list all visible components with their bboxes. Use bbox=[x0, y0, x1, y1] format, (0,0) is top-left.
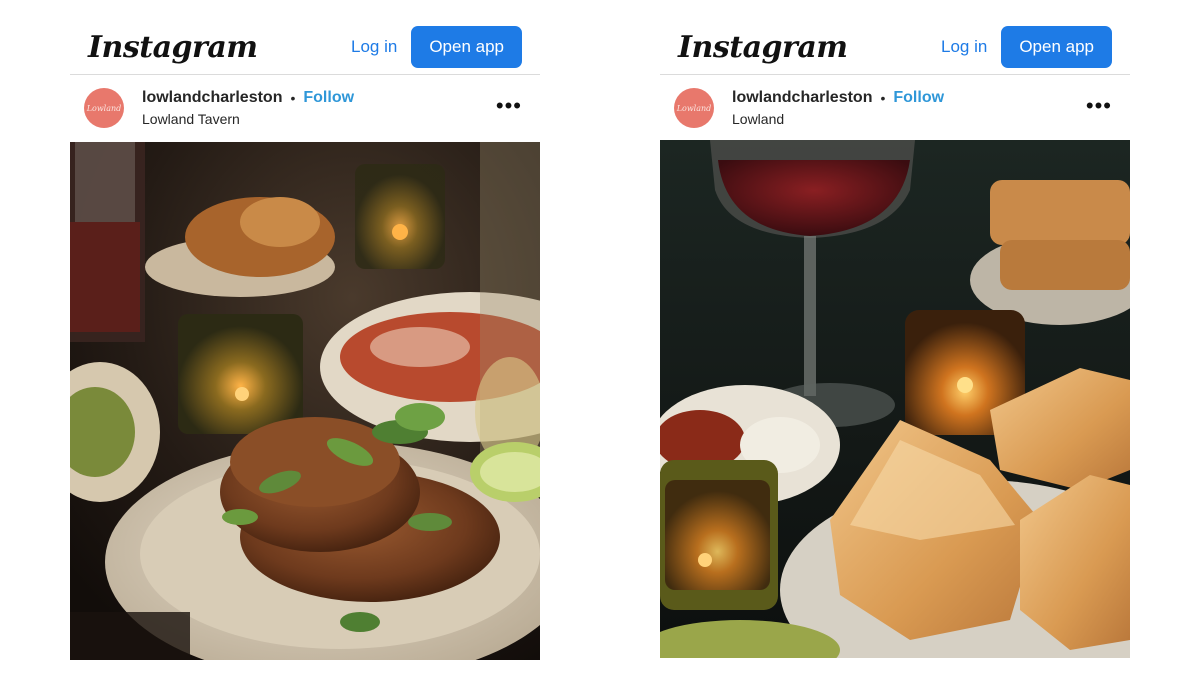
instagram-top-bar: Instagram Log in Open app bbox=[660, 20, 1130, 75]
login-link[interactable]: Log in bbox=[941, 37, 987, 57]
location-link[interactable]: Lowland bbox=[732, 111, 944, 127]
more-options-icon[interactable]: ••• bbox=[1086, 95, 1112, 117]
post-meta: lowlandcharleston • Follow Lowland bbox=[732, 89, 944, 127]
follow-button[interactable]: Follow bbox=[893, 89, 944, 107]
post-photo[interactable] bbox=[660, 140, 1130, 658]
instagram-logo[interactable]: Instagram bbox=[88, 30, 258, 65]
avatar-logo-text: Lowland bbox=[86, 103, 122, 113]
instagram-post-right: Instagram Log in Open app Lowland lowlan… bbox=[660, 20, 1130, 660]
food-photo-cutlet bbox=[70, 142, 540, 660]
follow-button[interactable]: Follow bbox=[303, 89, 354, 107]
post-photo[interactable] bbox=[70, 142, 540, 660]
avatar[interactable]: Lowland bbox=[84, 88, 124, 128]
more-options-icon[interactable]: ••• bbox=[496, 95, 522, 117]
instagram-top-bar: Instagram Log in Open app bbox=[70, 20, 540, 75]
username[interactable]: lowlandcharleston bbox=[142, 89, 282, 107]
avatar[interactable]: Lowland bbox=[674, 88, 714, 128]
login-link[interactable]: Log in bbox=[351, 37, 397, 57]
post-header: Lowland lowlandcharleston • Follow Lowla… bbox=[660, 75, 1130, 141]
location-link[interactable]: Lowland Tavern bbox=[142, 111, 354, 127]
username[interactable]: lowlandcharleston bbox=[732, 89, 872, 107]
instagram-logo[interactable]: Instagram bbox=[678, 30, 848, 65]
separator-dot: • bbox=[290, 90, 296, 106]
post-header: Lowland lowlandcharleston • Follow Lowla… bbox=[70, 75, 540, 141]
instagram-post-left: Instagram Log in Open app Lowland lowlan… bbox=[70, 20, 540, 660]
top-actions: Log in Open app bbox=[351, 26, 522, 68]
food-photo-biscuits bbox=[660, 140, 1130, 658]
open-app-button[interactable]: Open app bbox=[1001, 26, 1112, 68]
top-actions: Log in Open app bbox=[941, 26, 1112, 68]
avatar-logo-text: Lowland bbox=[676, 103, 712, 113]
post-meta: lowlandcharleston • Follow Lowland Taver… bbox=[142, 89, 354, 127]
separator-dot: • bbox=[880, 90, 886, 106]
open-app-button[interactable]: Open app bbox=[411, 26, 522, 68]
